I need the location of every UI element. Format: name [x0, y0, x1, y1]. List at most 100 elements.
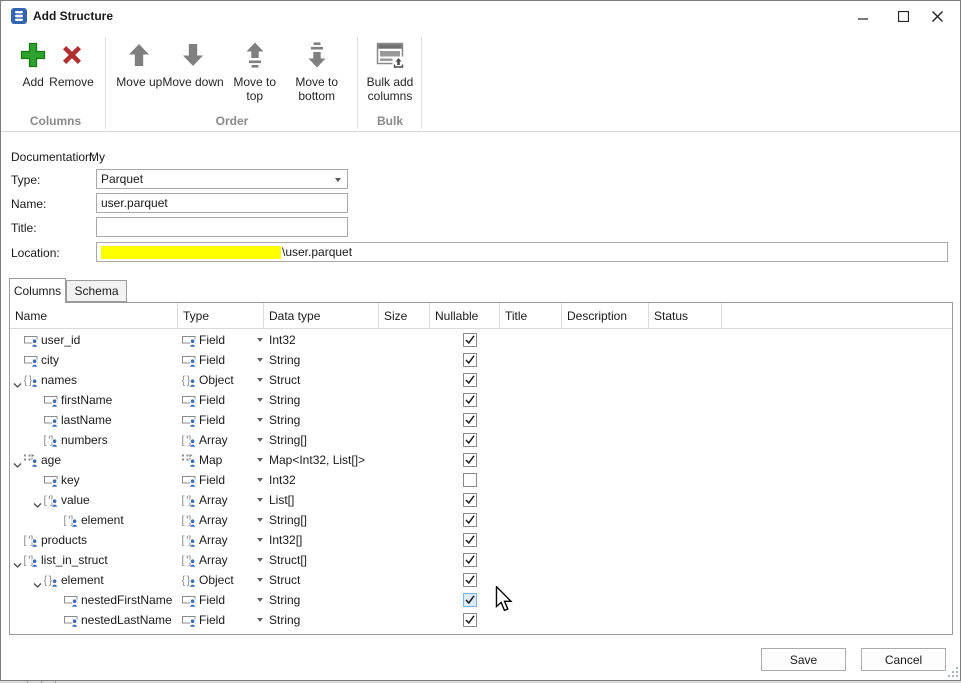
svg-text:[: [	[24, 535, 27, 547]
tree-row-firstName[interactable]: firstNameFieldString	[10, 390, 952, 410]
type-dropdown-icon[interactable]	[257, 378, 263, 382]
svg-text:[: [	[182, 555, 185, 567]
expander-collapse-icon[interactable]	[13, 556, 22, 565]
remove-button[interactable]: Remove	[49, 35, 94, 89]
type-dropdown-icon[interactable]	[257, 518, 263, 522]
nullable-checkbox[interactable]	[463, 573, 477, 587]
tree-row-age[interactable]: ageMapMap<Int32, List[]>	[10, 450, 952, 470]
ribbon-button-label: Add	[22, 75, 43, 89]
name-input[interactable]: user.parquet	[96, 193, 348, 213]
type-cell[interactable]: Array	[199, 550, 228, 570]
nullable-checkbox[interactable]	[463, 533, 477, 547]
type-cell[interactable]: Field	[199, 610, 225, 630]
type-dropdown-icon[interactable]	[257, 398, 263, 402]
type-cell[interactable]: Field	[199, 410, 225, 430]
type-dropdown-icon[interactable]	[257, 578, 263, 582]
column-header-description[interactable]: Description	[562, 303, 649, 329]
type-dropdown-icon[interactable]	[257, 498, 263, 502]
tab-columns[interactable]: Columns	[9, 278, 66, 303]
type-dropdown-icon[interactable]	[257, 418, 263, 422]
nullable-checkbox[interactable]	[463, 353, 477, 367]
nullable-checkbox[interactable]	[463, 413, 477, 427]
type-dropdown-icon[interactable]	[257, 358, 263, 362]
nullable-checkbox[interactable]	[463, 613, 477, 627]
type-cell[interactable]: Field	[199, 350, 225, 370]
column-header-type[interactable]: Type	[178, 303, 264, 329]
move-to-top-icon	[239, 39, 271, 71]
type-cell[interactable]: Array	[199, 530, 228, 550]
tree-row-nestedFirstName[interactable]: nestedFirstNameFieldString	[10, 590, 952, 610]
tree-row-list_in_struct[interactable]: []list_in_struct[]ArrayStruct[]	[10, 550, 952, 570]
maximize-button[interactable]	[886, 1, 920, 31]
cancel-button[interactable]: Cancel	[861, 648, 946, 671]
column-header-nullable[interactable]: Nullable	[430, 303, 500, 329]
move-up-button[interactable]: Move up	[116, 35, 162, 103]
expander-collapse-icon[interactable]	[33, 576, 42, 585]
column-header-status[interactable]: Status	[649, 303, 722, 329]
nullable-checkbox[interactable]	[463, 453, 477, 467]
minimize-button[interactable]	[846, 1, 880, 31]
tree-row-element[interactable]: {}element{}ObjectStruct	[10, 570, 952, 590]
ribbon-group-bulk: Bulk add columnsBulk	[359, 31, 421, 131]
nullable-checkbox[interactable]	[463, 473, 477, 487]
nullable-checkbox[interactable]	[463, 333, 477, 347]
tree-row-element[interactable]: []element[]ArrayString[]	[10, 510, 952, 530]
nullable-checkbox[interactable]	[463, 593, 477, 607]
type-cell[interactable]: Field	[199, 390, 225, 410]
column-header-name[interactable]: Name	[10, 303, 178, 329]
tree-row-nestedLastName[interactable]: nestedLastNameFieldString	[10, 610, 952, 630]
add-button[interactable]: Add	[17, 35, 49, 89]
type-cell[interactable]: Array	[199, 510, 228, 530]
type-dropdown-icon[interactable]	[257, 458, 263, 462]
field-icon	[182, 473, 196, 487]
expander-collapse-icon[interactable]	[33, 496, 42, 505]
tree-row-names[interactable]: {}names{}ObjectStruct	[10, 370, 952, 390]
column-header-data-type[interactable]: Data type	[264, 303, 379, 329]
type-cell[interactable]: Object	[199, 570, 234, 590]
type-dropdown-icon[interactable]	[257, 538, 263, 542]
type-combobox[interactable]: Parquet	[96, 169, 348, 189]
nullable-checkbox[interactable]	[463, 433, 477, 447]
type-cell[interactable]: Array	[199, 430, 228, 450]
type-dropdown-icon[interactable]	[257, 558, 263, 562]
location-input[interactable]: \user.parquet	[96, 242, 948, 262]
move-down-button[interactable]: Move down	[162, 35, 223, 103]
bulk-add-columns-button[interactable]: Bulk add columns	[359, 35, 421, 103]
type-cell[interactable]: Object	[199, 370, 234, 390]
resize-grip[interactable]	[947, 666, 959, 678]
nullable-checkbox[interactable]	[463, 553, 477, 567]
tab-schema[interactable]: Schema	[66, 280, 127, 302]
type-cell[interactable]: Map	[199, 450, 222, 470]
type-cell[interactable]: Field	[199, 590, 225, 610]
column-header-title[interactable]: Title	[500, 303, 562, 329]
nullable-checkbox[interactable]	[463, 393, 477, 407]
tree-row-city[interactable]: cityFieldString	[10, 350, 952, 370]
column-header-size[interactable]: Size	[379, 303, 430, 329]
nullable-checkbox[interactable]	[463, 493, 477, 507]
svg-text:[: [	[182, 515, 185, 527]
type-dropdown-icon[interactable]	[257, 598, 263, 602]
nullable-checkbox[interactable]	[463, 373, 477, 387]
type-dropdown-icon[interactable]	[257, 438, 263, 442]
nullable-checkbox[interactable]	[463, 513, 477, 527]
type-dropdown-icon[interactable]	[257, 338, 263, 342]
type-cell[interactable]: Field	[199, 470, 225, 490]
type-cell[interactable]: Field	[199, 330, 225, 350]
save-button[interactable]: Save	[761, 648, 846, 671]
type-dropdown-icon[interactable]	[257, 478, 263, 482]
tree-row-key[interactable]: keyFieldInt32	[10, 470, 952, 490]
expander-collapse-icon[interactable]	[13, 376, 22, 385]
tree-row-numbers[interactable]: []numbers[]ArrayString[]	[10, 430, 952, 450]
move-to-top-button[interactable]: Move to top	[224, 35, 286, 103]
close-button[interactable]	[920, 1, 954, 31]
tree-row-value[interactable]: []value[]ArrayList[]	[10, 490, 952, 510]
type-cell[interactable]: Array	[199, 490, 228, 510]
tree-row-user_id[interactable]: user_idFieldInt32	[10, 330, 952, 350]
move-to-bottom-button[interactable]: Move to bottom	[286, 35, 348, 103]
type-dropdown-icon[interactable]	[257, 618, 263, 622]
tree-row-products[interactable]: []products[]ArrayInt32[]	[10, 530, 952, 550]
tree-row-lastName[interactable]: lastNameFieldString	[10, 410, 952, 430]
title-input[interactable]	[96, 217, 348, 237]
array-icon: []	[182, 493, 196, 507]
expander-collapse-icon[interactable]	[13, 456, 22, 465]
